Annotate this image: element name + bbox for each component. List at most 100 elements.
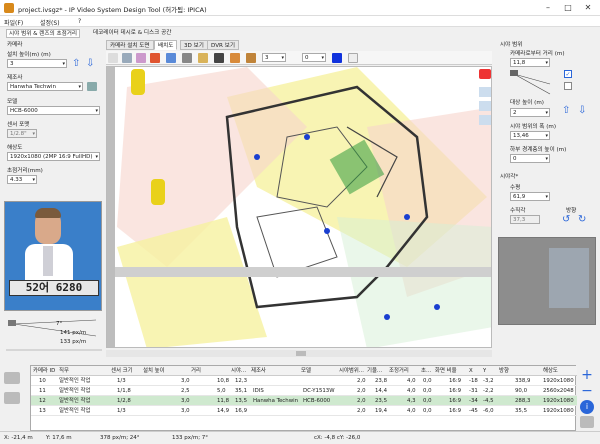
table-row[interactable]: 10 일반적인 작업 1/3 3,0 10,8 12,3 2,0 23,8 4,… [31,376,577,386]
camera-lookup-icon[interactable] [87,82,97,91]
sensor-select[interactable]: 1/2.8" ▾ [7,129,37,138]
maker-select[interactable]: Hanwha Techwin ▾ [7,82,83,91]
fov-header: 시야 범위 [500,42,523,48]
target-height-input[interactable]: 2 ▾ [510,108,550,117]
tab-fov-focal[interactable]: 시야 범위 & 렌즈의 초점거리 [6,29,81,38]
tab-camera-layout[interactable]: 카메라 설치 도면 [106,40,154,50]
arrow-down-icon[interactable]: ⇩ [86,58,94,69]
arrow-up-icon[interactable]: ⇧ [72,58,80,69]
col-header[interactable]: 초... [421,366,431,376]
edit-list-icon[interactable] [4,392,20,404]
zoom-in-icon[interactable] [479,87,491,97]
col-header[interactable]: 해상도 [543,366,558,376]
col-header[interactable]: 설치 높이 [143,366,165,376]
col-header[interactable]: X [469,366,473,376]
tab-floor-plan[interactable]: 배치도 [154,40,178,50]
opacity-select[interactable]: 0 ▾ [302,53,326,62]
remove-camera-icon[interactable]: − [580,384,594,398]
right-panel: 시야 범위 카메라로부터 거리 (m) 11,8 ▾ ✓ 대상 높이 (m) 2 ▾… [496,28,600,364]
fov-width-input[interactable]: 13,46 ▾ [510,131,550,140]
tab-decorator[interactable]: 데코레이터 데시로 & 디스크 공간 [90,28,174,38]
shape-tool-icon[interactable] [166,53,176,63]
table-row[interactable]: 13 일반적인 작업 1/3 3,0 14,9 16,9 2,0 19,4 4,… [31,406,577,416]
menu-bar: 파일(F) 설정(S) ? [0,16,600,27]
horizontal-scrollbar[interactable] [106,350,492,357]
menu-file[interactable]: 파일(F) [4,18,23,27]
wall-tool-icon[interactable] [136,53,146,63]
focal-length-label: 초점거리(mm) [7,168,43,174]
col-header[interactable]: 화면 비율 [435,366,457,376]
vertical-input[interactable]: 37,3 [510,215,540,224]
col-header[interactable]: 직무 [59,366,69,376]
minimize-icon[interactable]: – [538,2,558,14]
col-header[interactable]: 센서 크기 [111,366,133,376]
menu-settings[interactable]: 설정(S) [40,18,60,27]
cell: HCB-6000 [303,398,331,404]
pan-hand-icon[interactable] [479,115,491,125]
col-header[interactable]: 거리 [191,366,201,376]
arrow-down-icon[interactable]: ⇩ [578,105,586,116]
model-select[interactable]: HCB-6000 ▾ [7,106,100,115]
col-header[interactable]: 모델 [301,366,311,376]
col-header[interactable]: 시야범위... [339,366,364,376]
resolution-select[interactable]: 1920x1080 (2MP 16:9 FullHD) ▾ [7,152,100,161]
status-x: X: -21,4 m [4,435,33,441]
info-icon[interactable]: i [580,400,594,414]
install-height-input[interactable]: 3 ▾ [7,59,67,68]
focal-length-input[interactable]: 4.33 ▾ [7,175,37,184]
menu-help[interactable]: ? [78,18,81,25]
undo-icon[interactable] [230,53,240,63]
3d-preview-image [498,237,596,325]
floor-plan-canvas[interactable] [106,66,492,348]
table-row[interactable]: 11 일반적인 작업 1/1,8 2,5 5,0 35,1 IDIS DC-Y1… [31,386,577,396]
license-plate: 52어 6280 [9,280,99,296]
table-row-selected[interactable]: 12 일반적인 작업 1/2,8 3,0 11,8 13,5 Hanwha Te… [31,396,577,406]
col-header[interactable]: 카메라 ID [33,366,55,376]
cell: 16:9 [449,408,462,414]
status-bar: X: -21,4 m Y: 17,6 m 378 px/m; 24° 133 p… [0,431,600,444]
tab-3d-view[interactable]: 3D 보기 [180,40,208,50]
distance-input[interactable]: 11,8 ▾ [510,58,550,67]
car-tool-icon[interactable] [198,53,208,63]
scroll-thumb[interactable] [296,351,306,356]
tab-dvr-view[interactable]: DVR 보기 [207,40,239,50]
col-header[interactable]: 기울... [367,366,382,376]
ruler-tool-icon[interactable] [214,53,224,63]
distance-graphic [510,70,554,98]
horizontal-input[interactable]: 61,9 ▾ [510,192,550,201]
cursor-tool-icon[interactable] [108,53,118,63]
brush-icon[interactable] [246,53,256,63]
line-width-select[interactable]: 3 ▾ [262,53,286,62]
lower-bound-input[interactable]: 0 ▾ [510,154,550,163]
cell: 1/1,8 [117,388,131,394]
col-header[interactable]: 조정거리 [389,366,409,376]
cell: IDIS [253,388,264,394]
car-checkbox[interactable] [564,82,572,90]
person-checkbox[interactable]: ✓ [564,70,572,78]
maximize-icon[interactable]: □ [558,2,578,14]
camera-list-icon[interactable] [4,372,20,384]
fill-picker-icon[interactable] [348,53,358,63]
record-icon[interactable] [479,69,491,79]
rect-tool-icon[interactable] [150,53,160,63]
col-header[interactable]: 시야... [231,366,246,376]
cell: 일반적인 작업 [59,388,91,394]
window-title: project.ivsgz* - IP Video System Design … [18,6,207,14]
add-camera-icon[interactable]: + [580,368,594,382]
cell: Hanwha Techwin [253,398,299,404]
close-icon[interactable]: ✕ [578,2,598,14]
col-header[interactable]: Y [483,366,486,376]
rotate-left-icon[interactable]: ↺ [562,215,574,225]
cell: 4,3 [407,398,416,404]
col-header[interactable]: 방향 [499,366,509,376]
ppm-top: 141 px/m [60,330,87,336]
save-icon[interactable] [580,416,594,428]
col-header[interactable]: 제조사 [251,366,266,376]
zoom-out-icon[interactable] [479,101,491,111]
person-tool-icon[interactable] [182,53,192,63]
color-picker-icon[interactable] [332,53,342,63]
arrow-up-icon[interactable]: ⇧ [562,105,570,116]
rotate-right-icon[interactable]: ↻ [578,215,590,225]
camera-tool-icon[interactable] [122,53,132,63]
cell: -18 [469,378,478,384]
